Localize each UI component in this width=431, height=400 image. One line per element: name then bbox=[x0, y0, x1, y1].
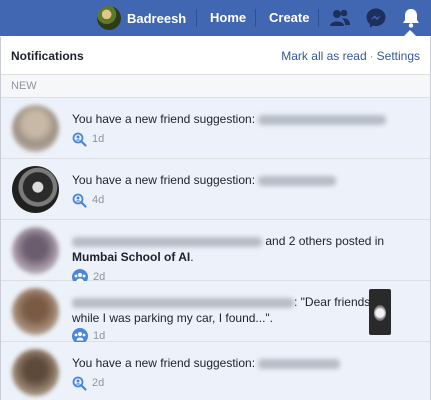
notification-time: 2d bbox=[92, 377, 105, 389]
actions-separator: · bbox=[369, 48, 374, 63]
panel-actions: Mark all as read · Settings bbox=[281, 49, 420, 63]
profile-link[interactable]: Badreesh bbox=[97, 4, 192, 32]
notification-body: You have a new friend suggestion: 4d bbox=[72, 172, 418, 208]
notification-item[interactable]: and 2 others posted in Mumbai School of … bbox=[1, 220, 430, 285]
notification-time: 4d bbox=[92, 194, 105, 206]
notification-meta: 4d bbox=[72, 192, 418, 208]
notification-text: You have a new friend suggestion: bbox=[72, 112, 256, 126]
notification-meta: 2d bbox=[72, 375, 418, 391]
messenger-icon[interactable] bbox=[364, 6, 388, 30]
notification-body: You have a new friend suggestion: 2d bbox=[72, 355, 418, 391]
notification-text-end: . bbox=[190, 250, 194, 264]
notification-text: and 2 others posted in bbox=[265, 234, 385, 248]
group-name[interactable]: Mumbai School of AI bbox=[72, 250, 190, 264]
nav-divider bbox=[318, 9, 319, 27]
notification-text: You have a new friend suggestion: bbox=[72, 173, 256, 187]
notification-meta: 1d bbox=[72, 131, 418, 147]
redacted-name bbox=[258, 358, 341, 369]
avatar bbox=[12, 349, 59, 396]
post-thumbnail[interactable] bbox=[369, 289, 391, 335]
notification-body: and 2 others posted in Mumbai School of … bbox=[72, 233, 418, 285]
notification-item[interactable]: : "Dear friends, while I was parking my … bbox=[1, 281, 430, 344]
friend-suggestion-icon bbox=[72, 193, 87, 208]
bell-icon[interactable] bbox=[399, 6, 423, 30]
settings-link[interactable]: Settings bbox=[377, 49, 420, 63]
notification-item[interactable]: You have a new friend suggestion: 4d bbox=[1, 159, 430, 220]
notification-body: You have a new friend suggestion: 1d bbox=[72, 111, 418, 147]
panel-title: Notifications bbox=[11, 48, 84, 63]
section-label-new: NEW bbox=[1, 75, 430, 98]
friend-requests-icon[interactable] bbox=[328, 6, 352, 30]
friend-suggestion-icon bbox=[72, 132, 87, 147]
panel-header: Notifications Mark all as read · Settings bbox=[1, 37, 430, 75]
avatar bbox=[12, 105, 59, 152]
notification-item[interactable]: You have a new friend suggestion: 1d bbox=[1, 98, 430, 159]
friend-suggestion-icon bbox=[72, 376, 87, 391]
home-link[interactable]: Home bbox=[210, 0, 246, 36]
notifications-panel: Notifications Mark all as read · Settings … bbox=[0, 37, 431, 400]
redacted-name bbox=[258, 114, 387, 125]
dropdown-caret bbox=[403, 30, 417, 37]
top-navigation-bar: Badreesh Home Create bbox=[0, 0, 431, 36]
mark-all-read-link[interactable]: Mark all as read bbox=[281, 49, 366, 63]
avatar bbox=[12, 288, 59, 335]
notification-body: : "Dear friends, while I was parking my … bbox=[72, 294, 382, 344]
avatar bbox=[12, 227, 59, 274]
notification-item[interactable]: You have a new friend suggestion: 2d bbox=[1, 342, 430, 400]
notification-time: 1d bbox=[92, 133, 105, 145]
create-link[interactable]: Create bbox=[269, 0, 309, 36]
user-name: Badreesh bbox=[127, 10, 187, 26]
avatar bbox=[12, 166, 59, 213]
post-thumbnail-image bbox=[374, 305, 386, 321]
redacted-name bbox=[72, 297, 294, 308]
nav-divider bbox=[255, 9, 256, 27]
redacted-name bbox=[258, 175, 337, 186]
redacted-name bbox=[72, 236, 262, 247]
avatar bbox=[97, 6, 121, 30]
nav-divider bbox=[196, 9, 197, 27]
notification-text: You have a new friend suggestion: bbox=[72, 356, 256, 370]
